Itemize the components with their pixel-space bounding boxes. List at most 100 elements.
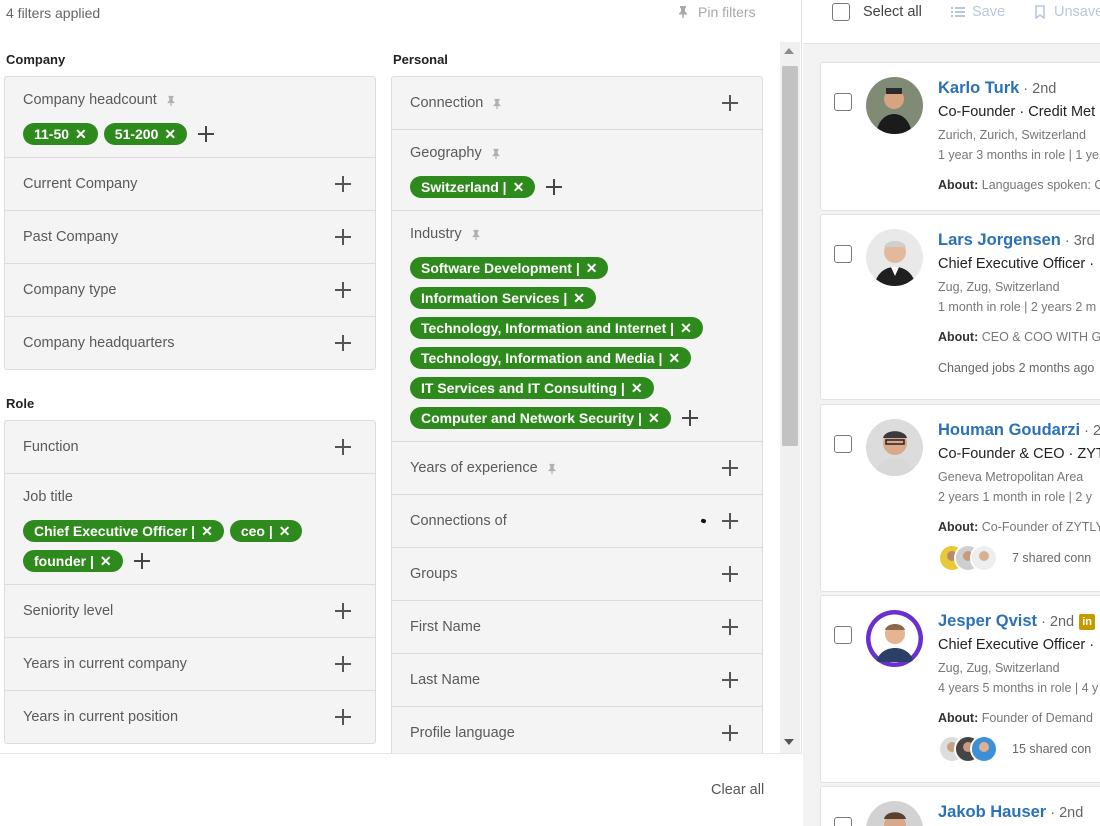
lead-tenure: 1 year 3 months in role | 1 ye [938,148,1099,162]
filter-function[interactable]: Function [5,421,375,473]
lead-checkbox[interactable] [834,245,852,263]
filter-current-company[interactable]: Current Company [5,157,375,210]
plus-icon[interactable] [333,601,353,621]
filter-years-current-company[interactable]: Years in current company [5,637,375,690]
close-icon[interactable]: ✕ [586,260,598,277]
filter-pill[interactable]: 51-200 ✕ [103,123,188,145]
filter-label: Company type [23,282,117,298]
filter-first-name[interactable]: First Name [392,600,762,653]
plus-icon[interactable] [197,125,215,143]
filter-last-name[interactable]: Last Name [392,653,762,706]
lead-checkbox[interactable] [834,93,852,111]
close-icon[interactable]: ✕ [75,126,87,143]
pin-icon[interactable] [490,147,502,160]
lead-name[interactable]: Houman Goudarzi [938,421,1080,440]
plus-icon[interactable] [720,93,740,113]
pill-list: Software Development | ✕ Information Serv… [410,257,744,441]
lead-checkbox[interactable] [834,817,852,826]
shared-connections[interactable]: 7 shared conn [938,541,1091,575]
filters-scroll-area[interactable]: Company Company headcount 11-50 ✕ 51-200 ✕ [0,40,802,753]
filter-pill[interactable]: ceo | ✕ [229,520,302,542]
plus-icon[interactable] [720,670,740,690]
scrollbar-thumb[interactable] [782,66,798,446]
lead-name[interactable]: Jakob Hauser [938,803,1046,822]
plus-icon[interactable] [545,178,563,196]
avatar[interactable] [866,229,923,286]
lead-name[interactable]: Jesper Qvist [938,612,1037,631]
avatar[interactable] [866,419,923,476]
select-all-checkbox[interactable] [832,3,850,21]
lead-title: Co-Founder & CEO · ZYT [938,446,1100,462]
filter-years-current-position[interactable]: Years in current position [5,690,375,743]
pin-filters-label: Pin filters [698,4,756,20]
pin-icon[interactable] [165,94,177,107]
unsave-button[interactable]: Unsave [1033,4,1100,20]
sales-navigator-search: 4 filters applied Pin filters Company Co… [0,0,1100,826]
plus-icon[interactable] [720,723,740,743]
plus-icon[interactable] [333,654,353,674]
lead-name[interactable]: Karlo Turk [938,79,1019,98]
lead-tenure: 4 years 5 months in role | 4 y [938,681,1099,695]
close-icon[interactable]: ✕ [573,290,585,307]
filter-groups[interactable]: Groups [392,547,762,600]
pin-icon[interactable] [546,462,558,475]
plus-icon[interactable] [333,333,353,353]
close-icon[interactable]: ✕ [201,523,213,540]
filter-pill[interactable]: Switzerland | ✕ [410,176,536,198]
plus-icon[interactable] [133,552,151,570]
close-icon[interactable]: ✕ [631,380,643,397]
filter-pill[interactable]: founder | ✕ [23,550,123,572]
close-icon[interactable]: ✕ [279,523,291,540]
filter-company-type[interactable]: Company type [5,263,375,316]
avatar[interactable] [866,801,923,826]
filter-company-headquarters[interactable]: Company headquarters [5,316,375,369]
avatar[interactable] [866,77,923,134]
pill-row: Computer and Network Security | ✕ [410,407,699,429]
pin-icon[interactable] [470,228,482,241]
scroll-up-arrow-icon[interactable] [784,48,794,54]
plus-icon[interactable] [720,564,740,584]
filter-pill[interactable]: 11-50 ✕ [23,123,98,145]
close-icon[interactable]: ✕ [513,179,525,196]
plus-icon[interactable] [333,280,353,300]
filter-pill[interactable]: Software Development | ✕ [410,257,609,279]
plus-icon[interactable] [720,458,740,478]
filter-pill[interactable]: Computer and Network Security | ✕ [410,407,671,429]
close-icon[interactable]: ✕ [680,320,692,337]
close-icon[interactable]: ✕ [164,126,176,143]
close-icon[interactable]: ✕ [668,350,680,367]
clear-all-button[interactable]: Clear all [711,782,764,798]
scroll-down-arrow-icon[interactable] [784,739,794,745]
filter-pill[interactable]: Technology, Information and Media | ✕ [410,347,692,369]
filter-years-experience[interactable]: Years of experience [392,441,762,494]
pin-icon[interactable] [491,97,503,110]
plus-icon[interactable] [720,617,740,637]
plus-icon[interactable] [681,409,699,427]
plus-icon[interactable] [333,174,353,194]
filters-scrollbar[interactable] [780,42,800,753]
lead-name[interactable]: Lars Jorgensen [938,231,1061,250]
close-icon[interactable]: ✕ [648,410,660,427]
avatar[interactable] [866,610,923,667]
pin-filters-button[interactable]: Pin filters [676,4,756,20]
plus-icon[interactable] [333,227,353,247]
filter-pill[interactable]: IT Services and IT Consulting | ✕ [410,377,654,399]
lead-checkbox[interactable] [834,626,852,644]
save-button[interactable]: Save [951,4,1005,20]
filter-label: First Name [410,619,481,635]
plus-icon[interactable] [720,511,740,531]
filter-pill[interactable]: Chief Executive Officer | ✕ [23,520,224,542]
lead-checkbox[interactable] [834,435,852,453]
filter-past-company[interactable]: Past Company [5,210,375,263]
close-icon[interactable]: ✕ [100,553,112,570]
filter-profile-language[interactable]: Profile language [392,706,762,753]
filter-pill[interactable]: Information Services | ✕ [410,287,597,309]
plus-icon[interactable] [333,707,353,727]
shared-connections[interactable]: 15 shared con [938,732,1091,766]
filter-pill[interactable]: Technology, Information and Internet | ✕ [410,317,703,339]
list-icon [951,7,965,17]
filter-connections-of[interactable]: Connections of [392,494,762,547]
plus-icon[interactable] [333,437,353,457]
filter-seniority-level[interactable]: Seniority level [5,584,375,637]
filter-connection[interactable]: Connection [392,77,762,129]
